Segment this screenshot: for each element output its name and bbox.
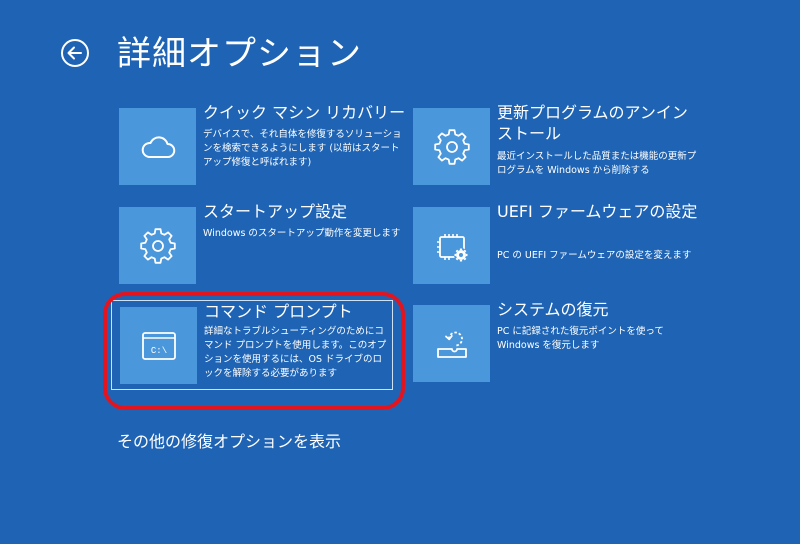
- option-icon-box: [413, 108, 490, 185]
- option-title: システムの復元: [497, 300, 609, 319]
- option-title: クイック マシン リカバリー: [203, 103, 406, 122]
- option-icon-box: C:\: [120, 307, 197, 384]
- gear-icon: [433, 128, 470, 165]
- arrow-left-circle-icon: [61, 39, 89, 67]
- back-button[interactable]: [60, 38, 90, 68]
- option-title: 更新プログラムのアンインストール: [497, 103, 688, 143]
- page-title: 詳細オプション: [117, 34, 362, 74]
- chip-gear-icon: [436, 233, 468, 262]
- option-title: コマンド プロンプト: [204, 302, 353, 321]
- option-description: PC の UEFI ファームウェアの設定を変えます: [497, 250, 692, 261]
- command-prompt-icon: C:\: [141, 331, 176, 360]
- option-description: PC に記録された復元ポイントを使って Windows を復元します: [497, 326, 664, 351]
- cloud-icon: [141, 135, 175, 158]
- option-icon-box: [413, 305, 490, 382]
- option-uninstall-updates[interactable]: 更新プログラムのアンインストール 最近インストールした品質または機能の更新プログ…: [413, 103, 703, 198]
- option-system-restore[interactable]: システムの復元 PC に記録された復元ポイントを使って Windows を復元し…: [413, 300, 703, 395]
- option-title: UEFI ファームウェアの設定: [497, 202, 698, 221]
- gear-icon: [139, 227, 176, 264]
- prompt-text: C:\: [150, 346, 166, 356]
- option-icon-box: [119, 108, 196, 185]
- option-icon-box: [413, 207, 490, 284]
- option-icon-box: [119, 207, 196, 284]
- option-quick-machine-recovery[interactable]: クイック マシン リカバリー デバイスで、それ自体を修復するソリューションを検索…: [119, 103, 409, 198]
- option-uefi-firmware-settings[interactable]: UEFI ファームウェアの設定 PC の UEFI ファームウェアの設定を変えま…: [413, 202, 703, 297]
- option-description: Windows のスタートアップ動作を変更します: [203, 228, 401, 239]
- option-description: デバイスで、それ自体を修復するソリューションを検索できるようにします (以前はス…: [203, 129, 402, 168]
- option-command-prompt[interactable]: C:\ コマンド プロンプト 詳細なトラブルシューティングのためにコマンド プロ…: [111, 300, 393, 390]
- option-title: スタートアップ設定: [203, 202, 348, 221]
- option-description: 詳細なトラブルシューティングのためにコマンド プロンプトを使用します。このオプシ…: [204, 326, 387, 379]
- option-description: 最近インストールした品質または機能の更新プログラムを Windows から削除す…: [497, 151, 697, 176]
- option-startup-settings[interactable]: スタートアップ設定 Windows のスタートアップ動作を変更します: [119, 202, 409, 297]
- system-restore-icon: [436, 331, 467, 358]
- more-repair-options-link[interactable]: その他の修復オプションを表示: [117, 428, 341, 452]
